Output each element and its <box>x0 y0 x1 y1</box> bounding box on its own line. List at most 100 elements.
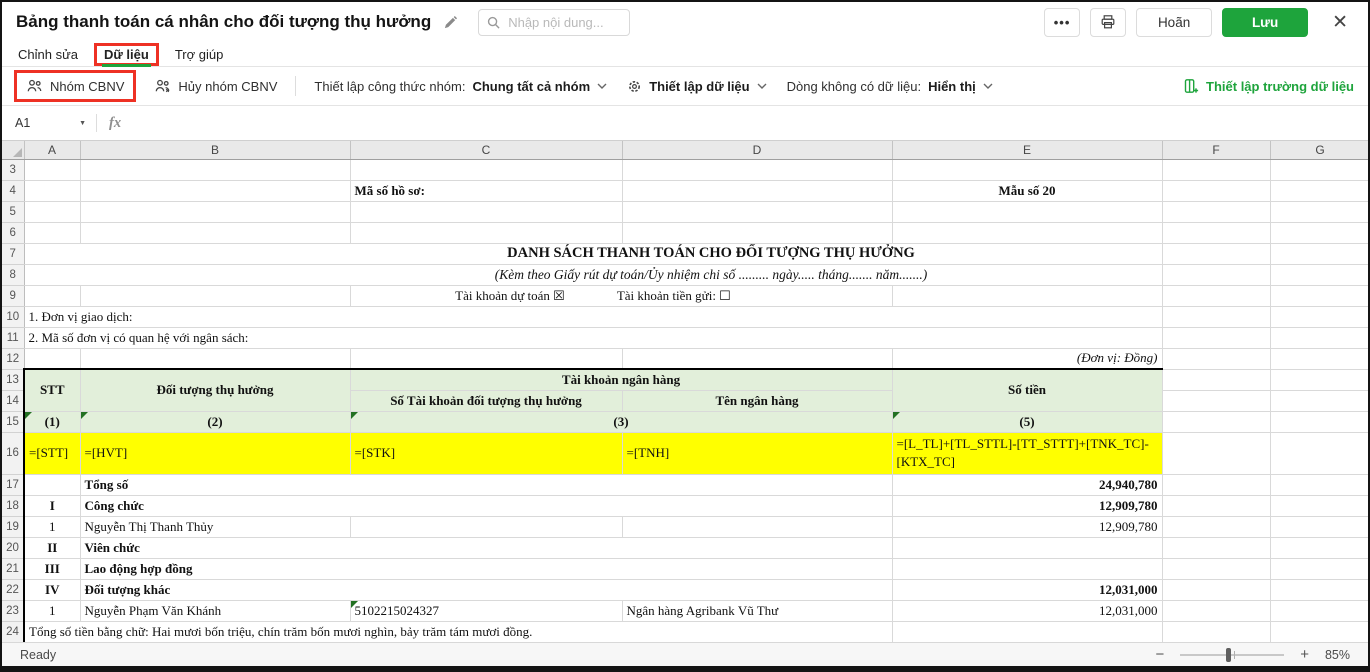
group-name-cell[interactable]: Lao động hợp đồng <box>80 558 892 579</box>
formula-amount-cell[interactable]: =[L_TL]+[TL_STTL]-[TT_STTT]+[TNK_TC]-[KT… <box>892 432 1162 474</box>
row-header[interactable]: 15 <box>2 411 24 432</box>
group-amount-cell[interactable]: 12,909,780 <box>892 495 1162 516</box>
data-setup-dropdown[interactable]: Thiết lập dữ liệu <box>625 75 768 98</box>
person-bank-cell[interactable]: Ngân hàng Agribank Vũ Thư <box>622 600 892 621</box>
cell[interactable] <box>1162 579 1270 600</box>
cell[interactable] <box>1270 390 1368 411</box>
person-num-cell[interactable]: 1 <box>24 600 80 621</box>
formula-stt-cell[interactable]: =[STT] <box>24 432 80 474</box>
group-name-cell[interactable]: Viên chức <box>80 537 892 558</box>
save-button[interactable]: Lưu <box>1222 8 1308 37</box>
colnum-5[interactable]: (5) <box>892 411 1162 432</box>
tab-du-lieu[interactable]: Dữ liệu <box>94 43 159 66</box>
cell[interactable] <box>1270 264 1368 285</box>
unit-line-cell[interactable]: 1. Đơn vị giao dịch: <box>24 306 1162 327</box>
row-header[interactable]: 21 <box>2 558 24 579</box>
cell[interactable] <box>350 348 622 369</box>
unit-note-cell[interactable]: (Đơn vị: Đồng) <box>892 348 1162 369</box>
edit-title-button[interactable] <box>441 13 460 32</box>
cell[interactable] <box>1270 474 1368 495</box>
cell[interactable] <box>1162 348 1270 369</box>
th-doi-tuong[interactable]: Đối tượng thụ hưởng <box>80 369 350 411</box>
cell[interactable] <box>1270 558 1368 579</box>
total-amount-cell[interactable]: 24,940,780 <box>892 474 1162 495</box>
zoom-in-button[interactable]: + <box>1294 646 1315 663</box>
row-header[interactable]: 24 <box>2 621 24 642</box>
cell[interactable] <box>622 180 892 201</box>
th-so-tai-khoan[interactable]: Số Tài khoản đối tượng thụ hưởng <box>350 390 622 411</box>
cell[interactable] <box>1270 243 1368 264</box>
zoom-slider[interactable] <box>1180 654 1284 656</box>
row-header[interactable]: 18 <box>2 495 24 516</box>
cell[interactable] <box>622 201 892 222</box>
group-amount-cell[interactable]: 12,031,000 <box>892 579 1162 600</box>
tab-tro-giup[interactable]: Trợ giúp <box>175 47 224 62</box>
cell[interactable] <box>892 159 1162 180</box>
empty-rows-dropdown[interactable]: Dòng không có dữ liệu: Hiển thị <box>785 75 995 98</box>
cell[interactable] <box>80 201 350 222</box>
th-stt[interactable]: STT <box>24 369 80 411</box>
colnum-3[interactable]: (3) <box>350 411 892 432</box>
cell[interactable] <box>1270 327 1368 348</box>
cell[interactable] <box>1270 348 1368 369</box>
cell[interactable] <box>80 180 350 201</box>
cell[interactable] <box>24 348 80 369</box>
person-stk-cell[interactable]: 5102215024327 <box>350 600 622 621</box>
cell[interactable] <box>80 285 350 306</box>
cell[interactable] <box>1270 495 1368 516</box>
doc-subtitle-cell[interactable]: (Kèm theo Giấy rút dự toán/Ủy nhiệm chi … <box>24 264 1162 285</box>
cell[interactable] <box>1270 621 1368 642</box>
cell[interactable] <box>24 201 80 222</box>
cell[interactable] <box>1270 537 1368 558</box>
cell[interactable] <box>622 222 892 243</box>
cell[interactable] <box>622 159 892 180</box>
cell[interactable] <box>1270 600 1368 621</box>
cell[interactable] <box>1162 390 1270 411</box>
cell[interactable] <box>1162 180 1270 201</box>
cell[interactable] <box>1162 243 1270 264</box>
colnum-1[interactable]: (1) <box>24 411 80 432</box>
cell[interactable] <box>350 159 622 180</box>
cell[interactable] <box>1270 432 1368 474</box>
formula-stk-cell[interactable]: =[STK] <box>350 432 622 474</box>
cell[interactable] <box>350 222 622 243</box>
cell[interactable] <box>1162 621 1270 642</box>
doc-title-cell[interactable]: DANH SÁCH THANH TOÁN CHO ĐỐI TƯỢNG THỤ H… <box>24 243 1162 264</box>
group-name-cell[interactable]: Đối tượng khác <box>80 579 892 600</box>
th-so-tien[interactable]: Số tiền <box>892 369 1162 411</box>
column-header-B[interactable]: B <box>80 141 350 159</box>
row-header[interactable]: 10 <box>2 306 24 327</box>
group-amount-cell[interactable] <box>892 537 1162 558</box>
cell[interactable] <box>24 159 80 180</box>
cell[interactable] <box>892 201 1162 222</box>
group-num-cell[interactable]: I <box>24 495 80 516</box>
column-header-E[interactable]: E <box>892 141 1162 159</box>
cell[interactable] <box>24 285 80 306</box>
group-num-cell[interactable]: IV <box>24 579 80 600</box>
cell[interactable] <box>1270 222 1368 243</box>
cell[interactable] <box>1270 159 1368 180</box>
cell[interactable] <box>1162 201 1270 222</box>
person-stk-cell[interactable] <box>350 516 622 537</box>
print-button[interactable] <box>1090 8 1126 37</box>
tab-chinh-sua[interactable]: Chỉnh sửa <box>18 47 78 62</box>
cell[interactable] <box>892 222 1162 243</box>
cell[interactable] <box>1162 222 1270 243</box>
column-header-C[interactable]: C <box>350 141 622 159</box>
formula-hvt-cell[interactable]: =[HVT] <box>80 432 350 474</box>
cell[interactable] <box>80 222 350 243</box>
row-header[interactable]: 14 <box>2 390 24 411</box>
zoom-slider-handle[interactable] <box>1226 648 1231 662</box>
person-amount-cell[interactable]: 12,031,000 <box>892 600 1162 621</box>
person-num-cell[interactable]: 1 <box>24 516 80 537</box>
person-name-cell[interactable]: Nguyễn Thị Thanh Thủy <box>80 516 350 537</box>
cell[interactable] <box>1270 579 1368 600</box>
postpone-button[interactable]: Hoãn <box>1136 8 1212 37</box>
close-icon[interactable]: ✕ <box>1326 12 1354 33</box>
total-in-words-cell[interactable]: Tổng số tiền bằng chữ: Hai mươi bốn triệ… <box>24 621 892 642</box>
cell[interactable] <box>1162 432 1270 474</box>
cell[interactable] <box>892 621 1162 642</box>
group-num-cell[interactable]: III <box>24 558 80 579</box>
cell[interactable] <box>80 348 350 369</box>
cell[interactable] <box>1270 516 1368 537</box>
